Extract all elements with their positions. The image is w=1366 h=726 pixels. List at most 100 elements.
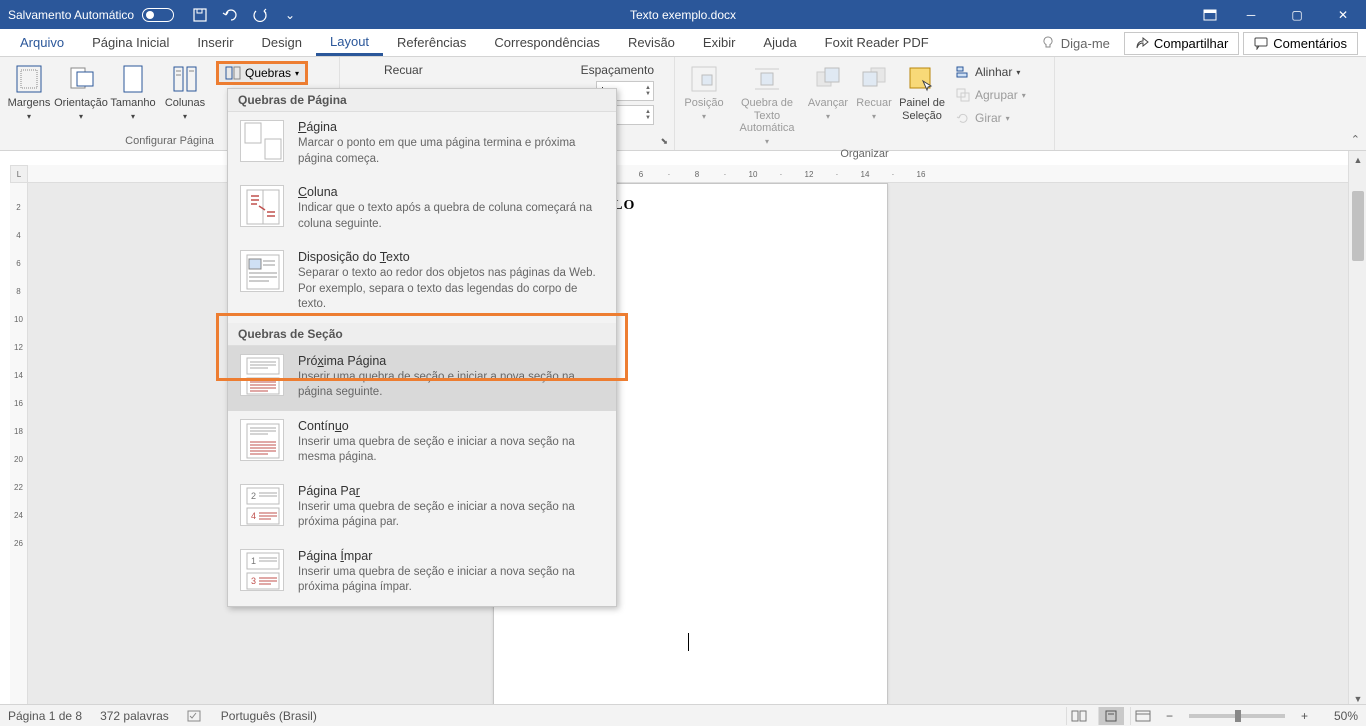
- tab-exibir[interactable]: Exibir: [689, 29, 750, 56]
- send-backward-label: Recuar: [856, 97, 891, 110]
- rotate-label: Girar: [975, 111, 1002, 125]
- save-icon[interactable]: [192, 7, 208, 23]
- size-button[interactable]: Tamanho▾: [108, 59, 158, 121]
- group-icon: [955, 87, 971, 103]
- view-web-layout[interactable]: [1130, 707, 1156, 725]
- tell-me-search[interactable]: Diga-me: [1031, 36, 1120, 51]
- collapse-ribbon-button[interactable]: ⌃: [1351, 133, 1360, 146]
- ruler-vertical[interactable]: 2 4 6 8 10 12 14 16 18 20 22 24 26: [10, 183, 28, 708]
- section-continuous-item[interactable]: ContínuoInserir uma quebra de seção e in…: [228, 411, 616, 476]
- zoom-level[interactable]: 50%: [1318, 709, 1358, 723]
- selection-pane-button[interactable]: Painel de Seleção: [897, 59, 947, 122]
- tab-arquivo[interactable]: Arquivo: [6, 29, 78, 56]
- spinner-icon[interactable]: ▲▼: [645, 85, 651, 97]
- status-bar: Página 1 de 8 372 palavras Português (Br…: [0, 704, 1366, 726]
- status-word-count[interactable]: 372 palavras: [100, 709, 169, 723]
- break-page-icon: [240, 120, 284, 162]
- position-button[interactable]: Posição▾: [679, 59, 729, 121]
- lightbulb-icon: [1041, 36, 1055, 50]
- ruler-mark: ·: [879, 170, 907, 179]
- chevron-down-icon: ▾: [295, 69, 299, 78]
- ruler-horizontal[interactable]: 2 · 4 · 6 · 8 · 10 · 12 · 14 · 16: [28, 165, 1348, 183]
- scroll-up-icon[interactable]: ▲: [1349, 151, 1366, 169]
- document-canvas[interactable]: CAPA EXEMPLO: [28, 183, 1348, 708]
- section-even-page-item[interactable]: 24 Página ParInserir uma quebra de seção…: [228, 476, 616, 541]
- qat-customize-icon[interactable]: ⌄: [282, 7, 298, 23]
- ruler-mark: 24: [14, 501, 23, 529]
- ribbon-display-options-icon[interactable]: [1192, 0, 1228, 29]
- tab-revisao[interactable]: Revisão: [614, 29, 689, 56]
- send-backward-button[interactable]: Recuar▾: [853, 59, 895, 121]
- tab-layout[interactable]: Layout: [316, 29, 383, 56]
- paragraph-launcher[interactable]: ⬊: [660, 136, 668, 147]
- ruler-mark: 20: [14, 445, 23, 473]
- vertical-scrollbar[interactable]: ▲ ▼: [1348, 151, 1366, 708]
- tab-ajuda[interactable]: Ajuda: [749, 29, 810, 56]
- share-button[interactable]: Compartilhar: [1124, 32, 1239, 55]
- ruler-mark: 8: [16, 277, 20, 305]
- ruler-mark: 16: [14, 389, 23, 417]
- view-read-mode[interactable]: [1066, 707, 1092, 725]
- break-textwrap-icon: [240, 250, 284, 292]
- group-button[interactable]: Agrupar▾: [951, 84, 1030, 106]
- minimize-button[interactable]: ─: [1228, 0, 1274, 29]
- view-print-layout[interactable]: [1098, 707, 1124, 725]
- ruler-mark: ·: [823, 170, 851, 179]
- bring-forward-icon: [812, 63, 844, 95]
- align-label: Alinhar: [975, 65, 1012, 79]
- breaks-page-header: Quebras de Página: [228, 89, 616, 112]
- zoom-slider[interactable]: [1189, 714, 1285, 718]
- status-language[interactable]: Português (Brasil): [221, 709, 317, 723]
- spinner-icon[interactable]: ▲▼: [645, 109, 651, 121]
- maximize-button[interactable]: ▢: [1274, 0, 1320, 29]
- break-page-item[interactable]: PáginaMarcar o ponto em que uma página t…: [228, 112, 616, 177]
- comments-button[interactable]: Comentários: [1243, 32, 1358, 55]
- close-button[interactable]: ✕: [1320, 0, 1366, 29]
- break-page-title: Página: [298, 120, 606, 134]
- section-even-page-title: Página Par: [298, 484, 606, 498]
- breaks-button[interactable]: Quebras ▾: [216, 61, 308, 85]
- bring-forward-button[interactable]: Avançar▾: [805, 59, 851, 121]
- align-icon: [955, 64, 971, 80]
- scrollbar-thumb[interactable]: [1352, 191, 1364, 261]
- columns-button[interactable]: Colunas▾: [160, 59, 210, 121]
- group-arrange: Posição▾ Quebra de Texto Automática▾ Ava…: [675, 57, 1055, 150]
- tab-referencias[interactable]: Referências: [383, 29, 480, 56]
- autosave-toggle[interactable]: [142, 8, 174, 22]
- rotate-button[interactable]: Girar▾: [951, 107, 1030, 129]
- status-spellcheck-icon[interactable]: [187, 709, 203, 723]
- margins-button[interactable]: Margens▾: [4, 59, 54, 121]
- ruler-mark: 8: [683, 170, 711, 179]
- tab-inserir[interactable]: Inserir: [183, 29, 247, 56]
- align-button[interactable]: Alinhar▾: [951, 61, 1030, 83]
- tab-design[interactable]: Design: [248, 29, 316, 56]
- share-icon: [1135, 36, 1149, 50]
- ruler-corner: L: [10, 165, 28, 183]
- section-odd-page-item[interactable]: 13 Página ÍmparInserir uma quebra de seç…: [228, 541, 616, 606]
- document-title: Texto exemplo.docx: [630, 8, 736, 22]
- tab-correspondencias[interactable]: Correspondências: [480, 29, 614, 56]
- section-next-page-item[interactable]: Próxima PáginaInserir uma quebra de seçã…: [228, 346, 616, 411]
- status-page[interactable]: Página 1 de 8: [8, 709, 82, 723]
- ruler-mark: 4: [16, 221, 20, 249]
- wrap-text-button[interactable]: Quebra de Texto Automática▾: [731, 59, 803, 146]
- tab-pagina-inicial[interactable]: Página Inicial: [78, 29, 183, 56]
- ruler-mark: 2: [16, 193, 20, 221]
- break-column-item[interactable]: ColunaIndicar que o texto após a quebra …: [228, 177, 616, 242]
- break-textwrap-item[interactable]: Disposição do TextoSeparar o texto ao re…: [228, 242, 616, 323]
- selection-pane-label: Painel de Seleção: [897, 97, 947, 122]
- redo-icon[interactable]: [252, 7, 268, 23]
- ruler-mark: 22: [14, 473, 23, 501]
- section-next-page-title: Próxima Página: [298, 354, 606, 368]
- undo-icon[interactable]: [222, 7, 238, 23]
- tab-foxit[interactable]: Foxit Reader PDF: [811, 29, 943, 56]
- break-column-desc: Indicar que o texto após a quebra de col…: [298, 201, 606, 232]
- text-cursor: [688, 633, 689, 651]
- ruler-mark: 10: [14, 305, 23, 333]
- orientation-button[interactable]: Orientação▾: [56, 59, 106, 121]
- zoom-in-button[interactable]: +: [1297, 709, 1312, 723]
- columns-icon: [169, 63, 201, 95]
- ruler-mark: 26: [14, 529, 23, 557]
- position-label: Posição: [684, 97, 723, 110]
- zoom-out-button[interactable]: −: [1162, 709, 1177, 723]
